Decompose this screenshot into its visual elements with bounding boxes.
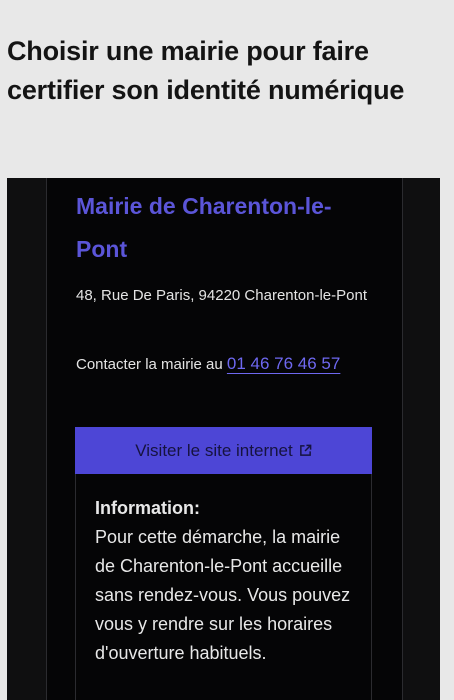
information-title: Information: bbox=[95, 498, 200, 518]
mairie-contact: Contacter la mairie au 01 46 76 46 57 bbox=[76, 349, 376, 379]
external-link-icon bbox=[299, 444, 312, 456]
mairie-panel: Mairie de Charenton-le-Pont 48, Rue De P… bbox=[7, 178, 440, 700]
visit-website-label: Visiter le site internet bbox=[135, 440, 293, 460]
phone-link[interactable]: 01 46 76 46 57 bbox=[227, 354, 340, 373]
visit-website-button[interactable]: Visiter le site internet bbox=[75, 427, 372, 474]
contact-label: Contacter la mairie au bbox=[76, 356, 227, 373]
mairie-address: 48, Rue De Paris, 94220 Charenton-le-Pon… bbox=[76, 287, 368, 304]
page-title: Choisir une mairie pour faire certifier … bbox=[7, 36, 405, 105]
information-box: Information: Pour cette démarche, la mai… bbox=[75, 474, 372, 700]
mairie-card: Mairie de Charenton-le-Pont 48, Rue De P… bbox=[46, 178, 403, 700]
mairie-name: Mairie de Charenton-le-Pont bbox=[76, 193, 332, 262]
information-text: Pour cette démarche, la mairie de Charen… bbox=[95, 527, 351, 663]
